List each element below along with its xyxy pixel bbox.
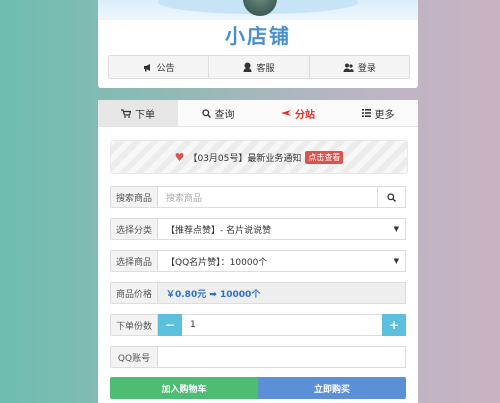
arrow-icon xyxy=(281,109,291,117)
qq-input[interactable] xyxy=(158,346,406,368)
category-row: 选择分类 【推荐点赞】- 名片说说赞 ▼ xyxy=(110,218,406,240)
qq-label: QQ账号 xyxy=(110,346,158,368)
price-label: 商品价格 xyxy=(110,282,158,304)
tab-order-label: 下单 xyxy=(135,109,155,121)
qq-row: QQ账号 xyxy=(110,346,406,368)
search-button[interactable] xyxy=(378,186,406,208)
dropdown-caret-icon: ▼ xyxy=(393,225,399,233)
nav-login-label: 登录 xyxy=(357,63,376,74)
product-row: 选择商品 【QQ名片赞】：10000个 ▼ xyxy=(110,250,406,272)
megaphone-icon xyxy=(143,63,153,72)
nav-service[interactable]: 客服 xyxy=(209,56,310,78)
notice-banner[interactable]: ♥ 【03月05号】最新业务通知 点击查看 xyxy=(110,140,408,174)
dropdown-caret-icon: ▼ xyxy=(393,257,399,265)
quantity-plus-button[interactable]: + xyxy=(382,314,406,336)
tab-bar: 下单 查询 分站 更多 xyxy=(98,100,418,127)
search-input[interactable]: 搜索商品 xyxy=(158,186,378,208)
category-label: 选择分类 xyxy=(110,218,158,240)
tab-query-label: 查询 xyxy=(214,109,235,121)
tab-substation-label: 分站 xyxy=(295,109,315,121)
nav-announcement-label: 公告 xyxy=(156,63,175,74)
quantity-label: 下单份数 xyxy=(110,314,158,336)
shop-header-card: 小店铺 公告 客服 登录 xyxy=(98,0,418,88)
category-select[interactable]: 【推荐点赞】- 名片说说赞 ▼ xyxy=(158,218,406,240)
heart-icon: ♥ xyxy=(174,150,185,164)
category-value: 【推荐点赞】- 名片说说赞 xyxy=(166,225,272,236)
buy-now-button[interactable]: 立即购买 xyxy=(258,377,406,399)
quantity-minus-button[interactable]: − xyxy=(158,314,182,336)
action-buttons: 加入购物车 立即购买 xyxy=(110,377,406,399)
quantity-input[interactable]: 1 xyxy=(182,314,382,336)
tab-substation[interactable]: 分站 xyxy=(258,100,338,126)
tab-query[interactable]: 查询 xyxy=(178,100,258,126)
nav-login[interactable]: 登录 xyxy=(310,56,409,78)
list-icon xyxy=(361,109,371,117)
product-select[interactable]: 【QQ名片赞】：10000个 ▼ xyxy=(158,250,406,272)
notice-text: 【03月05号】最新业务通知 xyxy=(188,153,302,164)
add-to-cart-button[interactable]: 加入购物车 xyxy=(110,377,258,399)
shop-title: 小店铺 xyxy=(225,24,291,48)
cart-icon xyxy=(121,108,131,118)
search-row: 搜索商品 搜索商品 xyxy=(110,186,406,208)
top-nav: 公告 客服 登录 xyxy=(108,55,410,79)
quantity-row: 下单份数 − 1 + xyxy=(110,314,406,336)
price-row: 商品价格 ￥0.80元 ➡ 10000个 xyxy=(110,282,406,304)
tab-more-label: 更多 xyxy=(374,109,395,121)
tab-order[interactable]: 下单 xyxy=(98,100,178,126)
price-value: ￥0.80元 ➡ 10000个 xyxy=(158,282,406,304)
search-icon xyxy=(387,192,396,202)
search-label: 搜索商品 xyxy=(110,186,158,208)
user-service-icon xyxy=(243,62,252,72)
tab-more[interactable]: 更多 xyxy=(338,100,418,126)
header-banner-image xyxy=(98,0,418,20)
nav-service-label: 客服 xyxy=(256,63,275,74)
product-label: 选择商品 xyxy=(110,250,158,272)
nav-announcement[interactable]: 公告 xyxy=(109,56,210,78)
order-panel: 下单 查询 分站 更多 ♥ 【03月05号】最新业务通知 点击查看 搜索商品 搜… xyxy=(98,100,418,403)
product-value: 【QQ名片赞】：10000个 xyxy=(166,257,268,268)
search-icon xyxy=(201,108,211,118)
notice-view-badge[interactable]: 点击查看 xyxy=(305,150,344,164)
users-icon xyxy=(343,63,354,72)
